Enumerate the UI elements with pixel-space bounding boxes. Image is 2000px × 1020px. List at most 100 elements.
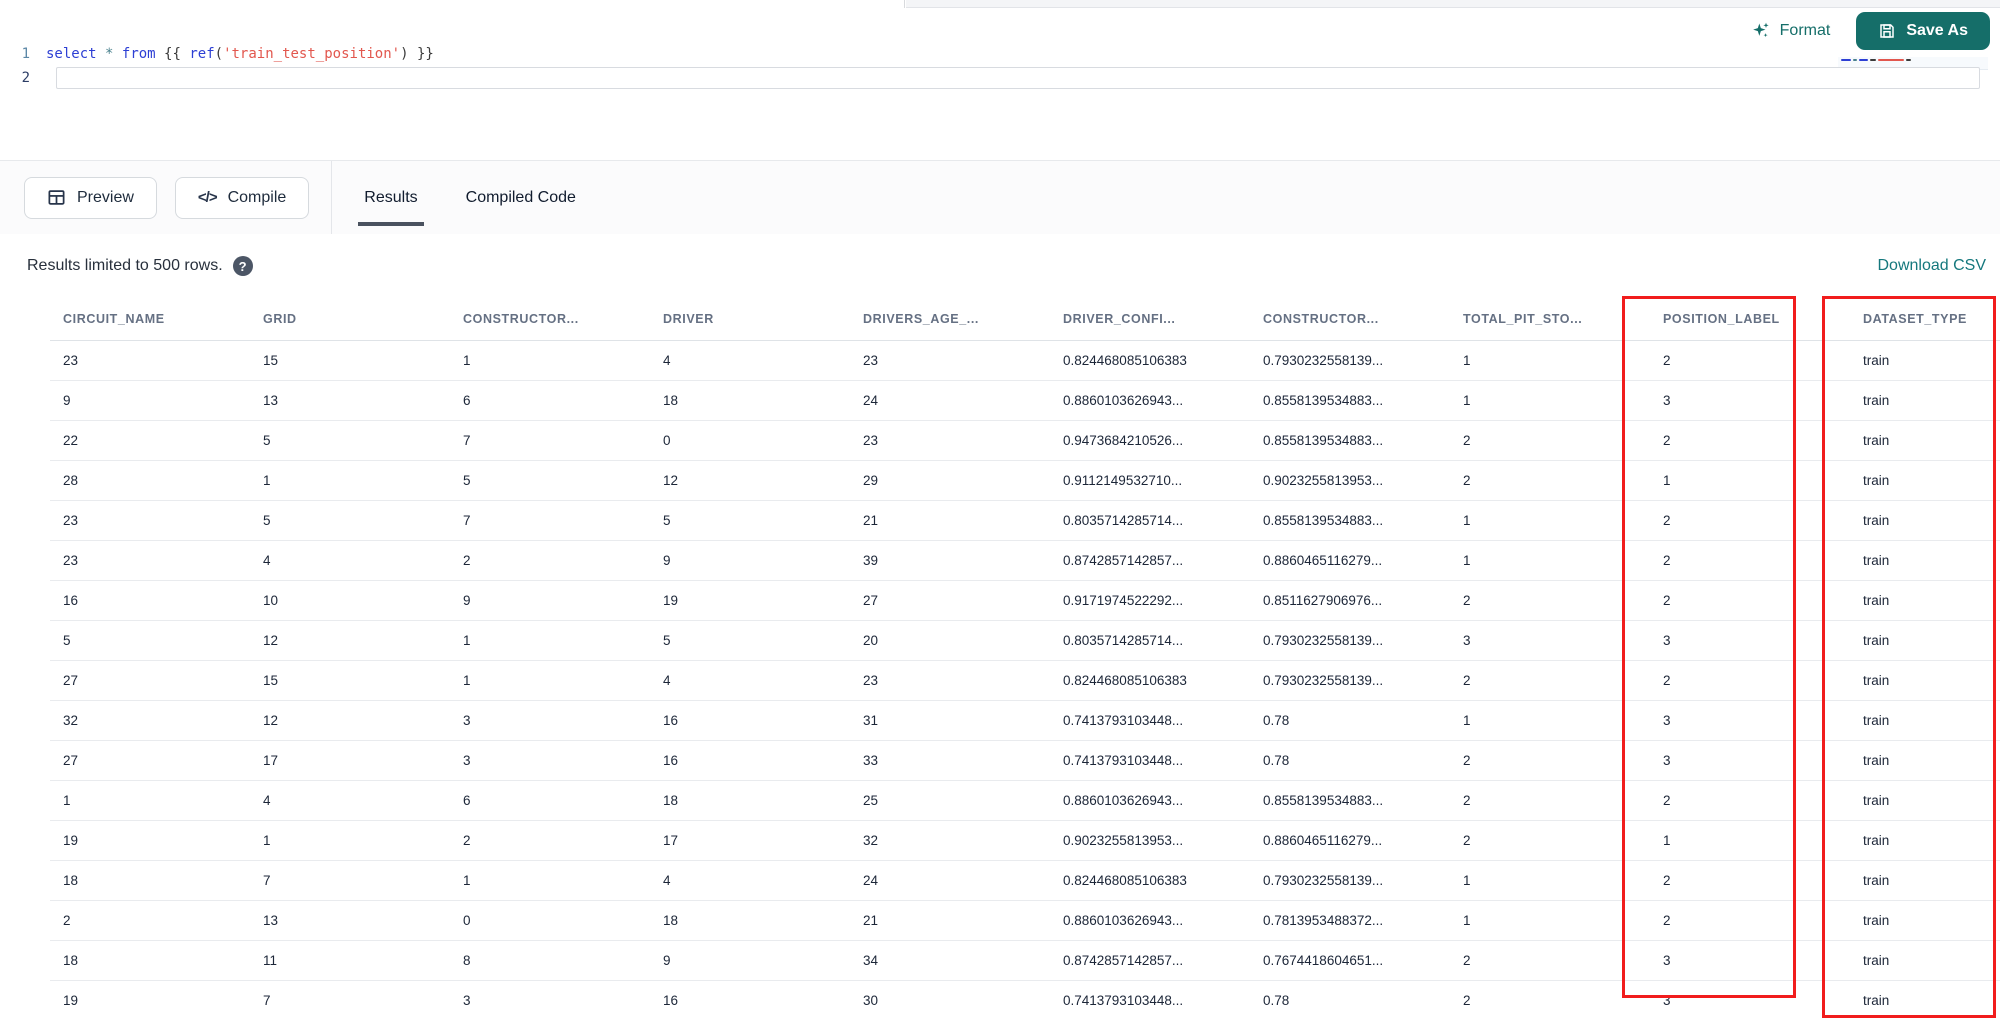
table-cell: train: [1850, 820, 2000, 861]
table-cell: 23: [850, 340, 1050, 381]
code-line-1[interactable]: 1 select * from {{ ref('train_test_posit…: [0, 42, 1820, 66]
table-cell: 12: [650, 460, 850, 501]
table-cell: 2: [1450, 940, 1650, 981]
format-label: Format: [1779, 22, 1831, 39]
minimap-mark: [1906, 59, 1911, 61]
table-cell: 0.8035714285714...: [1050, 620, 1250, 661]
table-cell: 12: [250, 700, 450, 741]
table-cell: 27: [50, 740, 250, 781]
table-cell: 2: [450, 820, 650, 861]
line-number-1: 1: [21, 46, 30, 62]
table-cell: 2: [1450, 460, 1650, 501]
table-cell: 7: [250, 860, 450, 901]
table-cell: 8: [450, 940, 650, 981]
table-cell: 0.7674418604651...: [1250, 940, 1450, 981]
table-icon: [47, 188, 66, 207]
preview-button[interactable]: Preview: [24, 176, 157, 219]
sql-editor[interactable]: Format Save As 1 select * from {{ ref('t…: [0, 8, 2000, 160]
download-csv-link[interactable]: Download CSV: [1878, 257, 1987, 275]
minimap-mark: [1859, 59, 1868, 61]
table-header-row: CIRCUIT_NAME GRID CONSTRUCTOR... DRIVER DRIV…: [50, 298, 2000, 341]
help-icon[interactable]: ?: [232, 256, 253, 276]
table-cell: 33: [850, 740, 1050, 781]
sql-token-string: 'train_test_position': [223, 46, 401, 62]
table-row: 19 7 3 16 30 0.7413793103448... 0.78 2 3 train: [50, 980, 2000, 1020]
table-cell: train: [1850, 740, 2000, 781]
table-cell: 0.7413793103448...: [1050, 700, 1250, 741]
table-cell: train: [1850, 460, 2000, 501]
table-cell: 0.8558139534883...: [1250, 780, 1450, 821]
table-cell: 17: [650, 820, 850, 861]
column-header: TOTAL_PIT_STO...: [1450, 298, 1650, 341]
table-cell: 3: [450, 740, 650, 781]
table-cell: 13: [250, 380, 450, 421]
column-header: DATASET_TYPE: [1850, 298, 2000, 341]
table-cell: 5: [650, 500, 850, 541]
table-cell: 0.8742857142857...: [1050, 940, 1250, 981]
table-cell: 2: [1650, 780, 1850, 821]
table-cell: 0.7930232558139...: [1250, 620, 1450, 661]
tab-compiled-code[interactable]: Compiled Code: [466, 161, 576, 235]
tab-results-label: Results: [364, 188, 418, 206]
table-cell: 0.8558139534883...: [1250, 420, 1450, 461]
table-cell: 0.8860103626943...: [1050, 380, 1250, 421]
table-row: 23 5 7 5 21 0.8035714285714... 0.8558139534883…: [50, 500, 2000, 541]
table-cell: 31: [850, 700, 1050, 741]
table-row: 22 5 7 0 23 0.9473684210526... 0.8558139534883…: [50, 420, 2000, 461]
active-tab-segment[interactable]: [0, 0, 905, 8]
table-cell: 1: [250, 460, 450, 501]
compile-button[interactable]: </> Compile: [174, 176, 310, 219]
table-cell: 2: [1650, 860, 1850, 901]
code-area[interactable]: 1 select * from {{ ref('train_test_posit…: [0, 42, 1980, 90]
table-row: 5 12 1 5 20 0.8035714285714... 0.7930232558139…: [50, 620, 2000, 661]
sql-token-plain: [113, 46, 121, 62]
results-table-container: CIRCUIT_NAME GRID CONSTRUCTOR... DRIVER DRIV…: [0, 298, 2000, 1020]
table-cell: 0.8558139534883...: [1250, 380, 1450, 421]
table-cell: 16: [650, 700, 850, 741]
table-cell: 0.8860103626943...: [1050, 900, 1250, 941]
sql-token-plain: [97, 46, 105, 62]
result-tabs: Results Compiled Code: [358, 161, 576, 235]
sql-token-brace: {{: [164, 46, 190, 62]
save-as-button[interactable]: Save As: [1856, 12, 1990, 50]
table-row: 27 15 1 4 23 0.824468085106383 0.7930232558139…: [50, 660, 2000, 701]
column-header: DRIVERS_AGE_...: [850, 298, 1050, 341]
results-table: CIRCUIT_NAME GRID CONSTRUCTOR... DRIVER DRIV…: [50, 298, 2000, 1020]
table-cell: 0.824468085106383: [1050, 340, 1250, 381]
table-cell: train: [1850, 940, 2000, 981]
table-cell: 3: [1650, 940, 1850, 981]
sql-statement: select * from {{ ref('train_test_positio…: [46, 42, 434, 66]
table-cell: train: [1850, 420, 2000, 461]
table-cell: 0.8860465116279...: [1250, 540, 1450, 581]
table-cell: 1: [450, 660, 650, 701]
table-cell: 16: [650, 740, 850, 781]
table-cell: 7: [450, 420, 650, 461]
table-cell: 2: [1650, 660, 1850, 701]
format-button[interactable]: Format: [1751, 21, 1831, 41]
table-cell: 18: [50, 940, 250, 981]
toolbar-divider: [331, 160, 333, 235]
table-row: 28 1 5 12 29 0.9112149532710... 0.902325581395…: [50, 460, 2000, 501]
table-cell: 19: [50, 980, 250, 1020]
table-cell: 0: [650, 420, 850, 461]
table-cell: 22: [50, 420, 250, 461]
results-info-row: Results limited to 500 rows. ? Download …: [0, 234, 2000, 298]
table-cell: train: [1850, 540, 2000, 581]
table-cell: 0.9023255813953...: [1250, 460, 1450, 501]
column-header: GRID: [250, 298, 450, 341]
code-line-2[interactable]: 2: [0, 66, 1980, 90]
table-cell: 2: [1650, 540, 1850, 581]
table-cell: 9: [450, 580, 650, 621]
table-cell: 2: [450, 540, 650, 581]
table-cell: 21: [850, 900, 1050, 941]
table-cell: 1: [1450, 380, 1650, 421]
table-cell: 2: [1450, 660, 1650, 701]
save-as-label: Save As: [1906, 22, 1968, 39]
table-cell: 0.7413793103448...: [1050, 980, 1250, 1020]
table-cell: 2: [1450, 580, 1650, 621]
tab-results[interactable]: Results: [358, 161, 425, 235]
table-cell: 30: [850, 980, 1050, 1020]
sql-token-keyword: from: [121, 46, 156, 62]
table-row: 18 11 8 9 34 0.8742857142857... 0.767441860465…: [50, 940, 2000, 981]
table-cell: train: [1850, 780, 2000, 821]
